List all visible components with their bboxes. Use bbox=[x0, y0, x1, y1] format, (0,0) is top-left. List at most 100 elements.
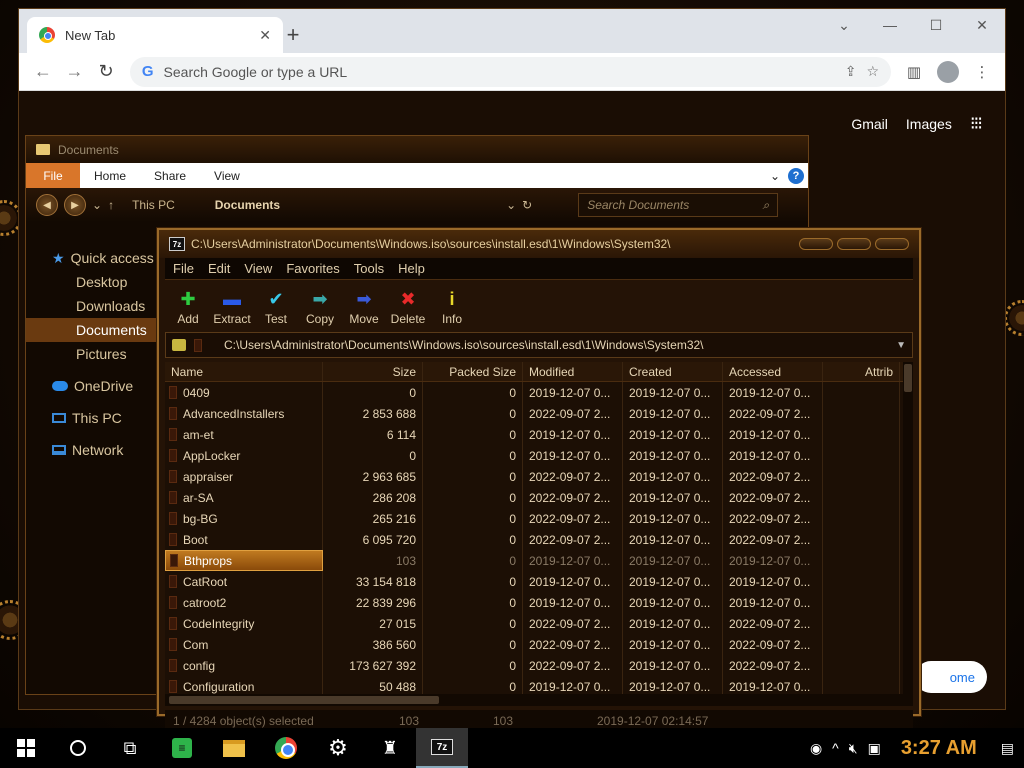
nav-documents[interactable]: Documents bbox=[26, 318, 156, 342]
minimize-button[interactable]: — bbox=[867, 9, 913, 41]
nav-this-pc[interactable]: This PC bbox=[26, 406, 156, 430]
nav-network[interactable]: Network bbox=[26, 438, 156, 462]
taskbar-app-green[interactable]: ≡ bbox=[156, 728, 208, 768]
maximize-button[interactable] bbox=[837, 238, 871, 250]
taskbar-file-explorer[interactable] bbox=[208, 728, 260, 768]
table-row[interactable]: appraiser 2 963 685 0 2022-09-07 2... 2019-1… bbox=[165, 466, 913, 487]
menu-view[interactable]: View bbox=[236, 261, 278, 276]
images-link[interactable]: Images bbox=[906, 116, 952, 132]
customize-chrome-button[interactable]: ome bbox=[915, 661, 987, 693]
table-row[interactable]: CodeIntegrity 27 015 0 2022-09-07 2... 2019-… bbox=[165, 613, 913, 634]
column-packed-size[interactable]: Packed Size bbox=[423, 362, 523, 381]
table-row[interactable]: 0409 0 0 2019-12-07 0... 2019-12-07 0... 2019… bbox=[165, 382, 913, 403]
explorer-search-input[interactable]: Search Documents ⌕ bbox=[578, 193, 779, 217]
table-row[interactable]: AdvancedInstallers 2 853 688 0 2022-09-07 2… bbox=[165, 403, 913, 424]
task-view-button[interactable]: ⧉ bbox=[104, 728, 156, 768]
delete-button[interactable]: ✖ Delete bbox=[389, 290, 427, 326]
table-row[interactable]: am-et 6 114 0 2019-12-07 0... 2019-12-07 0..… bbox=[165, 424, 913, 445]
table-row[interactable]: bg-BG 265 216 0 2022-09-07 2... 2019-12-07 0… bbox=[165, 508, 913, 529]
column-modified[interactable]: Modified bbox=[523, 362, 623, 381]
nav-pictures[interactable]: Pictures bbox=[26, 342, 156, 366]
path-dropdown-icon[interactable]: ▼ bbox=[896, 340, 906, 351]
nav-downloads[interactable]: Downloads bbox=[26, 294, 156, 318]
forward-button[interactable]: → bbox=[59, 56, 91, 88]
reload-button[interactable]: ↻ bbox=[90, 56, 122, 88]
column-accessed[interactable]: Accessed bbox=[723, 362, 823, 381]
column-size[interactable]: Size bbox=[323, 362, 423, 381]
nav-desktop[interactable]: Desktop bbox=[26, 270, 156, 294]
forward-arrow-icon[interactable]: ▶ bbox=[64, 194, 86, 216]
table-row[interactable]: catroot2 22 839 296 0 2019-12-07 0... 2019-1… bbox=[165, 592, 913, 613]
up-folder-icon[interactable] bbox=[172, 339, 186, 351]
refresh-icon[interactable]: ↻ bbox=[522, 198, 532, 212]
taskbar-app-pinned[interactable]: ♜ bbox=[364, 728, 416, 768]
nav-onedrive[interactable]: OneDrive bbox=[26, 374, 156, 398]
menu-favorites[interactable]: Favorites bbox=[278, 261, 345, 276]
recent-dropdown-icon[interactable]: ⌄ bbox=[92, 198, 102, 212]
vertical-scrollbar[interactable] bbox=[903, 362, 913, 694]
share-icon[interactable]: ⇪ bbox=[845, 63, 857, 80]
bookmark-star-icon[interactable]: ☆ bbox=[866, 63, 879, 80]
table-row[interactable]: Com 386 560 0 2022-09-07 2... 2019-12-07 0..… bbox=[165, 634, 913, 655]
column-name[interactable]: Name bbox=[165, 362, 323, 381]
scroll-thumb[interactable] bbox=[904, 364, 912, 392]
crumb-documents[interactable]: Documents bbox=[215, 198, 280, 212]
minimize-button[interactable] bbox=[799, 238, 833, 250]
back-button[interactable]: ← bbox=[27, 56, 59, 88]
profile-button[interactable] bbox=[933, 57, 963, 87]
table-row[interactable]: Configuration 50 488 0 2019-12-07 0... 2019-… bbox=[165, 676, 913, 694]
ribbon-tab-file[interactable]: File bbox=[26, 163, 80, 188]
breadcrumb[interactable]: This PC Documents bbox=[120, 198, 500, 212]
ribbon-tab-home[interactable]: Home bbox=[80, 163, 140, 188]
hscroll-thumb[interactable] bbox=[169, 696, 439, 704]
path-input[interactable]: C:\Users\Administrator\Documents\Windows… bbox=[210, 338, 888, 352]
menu-file[interactable]: File bbox=[165, 261, 200, 276]
help-icon[interactable]: ? bbox=[788, 167, 804, 184]
taskbar-chrome[interactable] bbox=[260, 728, 312, 768]
copy-button[interactable]: ➡ Copy bbox=[301, 290, 339, 326]
tab-search-icon[interactable]: ⌄ bbox=[821, 9, 867, 41]
move-button[interactable]: ➡ Move bbox=[345, 290, 383, 326]
menu-tools[interactable]: Tools bbox=[346, 261, 390, 276]
search-button[interactable] bbox=[52, 728, 104, 768]
notifications-icon[interactable]: ▤ bbox=[1001, 740, 1014, 757]
tray-chevron-icon[interactable]: ^ bbox=[832, 740, 839, 756]
clock[interactable]: 3:27 AM bbox=[901, 737, 977, 760]
menu-edit[interactable]: Edit bbox=[200, 261, 236, 276]
maximize-button[interactable]: ☐ bbox=[913, 9, 959, 41]
ribbon-tab-share[interactable]: Share bbox=[140, 163, 200, 188]
menu-kebab-icon[interactable]: ⋮ bbox=[967, 57, 997, 87]
tab-close-icon[interactable]: ✕ bbox=[259, 27, 271, 44]
google-apps-icon[interactable]: ⁝⁝⁝ bbox=[970, 113, 983, 134]
taskbar-settings[interactable]: ⚙ bbox=[312, 728, 364, 768]
new-tab-button[interactable]: + bbox=[279, 21, 307, 49]
gmail-link[interactable]: Gmail bbox=[851, 116, 888, 132]
column-attrib[interactable]: Attrib bbox=[823, 362, 900, 381]
chrome-tab[interactable]: New Tab ✕ bbox=[27, 17, 283, 53]
horizontal-scrollbar[interactable] bbox=[165, 694, 913, 706]
table-row[interactable]: Bthprops 103 0 2019-12-07 0... 2019-12-07 0.… bbox=[165, 550, 913, 571]
close-button[interactable]: ✕ bbox=[959, 9, 1005, 41]
nav-quick-access[interactable]: ★ Quick access bbox=[26, 246, 156, 270]
volume-muted-icon[interactable]: 🔇︎ bbox=[849, 740, 858, 757]
start-button[interactable] bbox=[0, 728, 52, 768]
side-panel-icon[interactable]: ▥ bbox=[899, 57, 929, 87]
crumb-this-pc[interactable]: This PC bbox=[132, 198, 175, 212]
column-created[interactable]: Created bbox=[623, 362, 723, 381]
up-arrow-icon[interactable]: ↑ bbox=[108, 198, 114, 212]
ribbon-tab-view[interactable]: View bbox=[200, 163, 254, 188]
extract-button[interactable]: ▬ Extract bbox=[213, 290, 251, 326]
tray-app-icon[interactable]: ◉ bbox=[810, 740, 822, 757]
network-tray-icon[interactable]: ▣ bbox=[868, 740, 881, 757]
file-list[interactable]: Name Size Packed Size Modified Created A… bbox=[165, 362, 913, 694]
table-row[interactable]: Boot 6 095 720 0 2022-09-07 2... 2019-12-07 … bbox=[165, 529, 913, 550]
test-button[interactable]: ✔ Test bbox=[257, 290, 295, 326]
back-arrow-icon[interactable]: ◀ bbox=[36, 194, 58, 216]
taskbar-7zip[interactable]: 7z bbox=[416, 728, 468, 768]
menu-help[interactable]: Help bbox=[390, 261, 431, 276]
close-button[interactable] bbox=[875, 238, 909, 250]
table-row[interactable]: ar-SA 286 208 0 2022-09-07 2... 2019-12-07 0… bbox=[165, 487, 913, 508]
address-dropdown-icon[interactable]: ⌄ bbox=[506, 198, 516, 212]
table-row[interactable]: config 173 627 392 0 2022-09-07 2... 2019-12… bbox=[165, 655, 913, 676]
table-row[interactable]: AppLocker 0 0 2019-12-07 0... 2019-12-07 0..… bbox=[165, 445, 913, 466]
